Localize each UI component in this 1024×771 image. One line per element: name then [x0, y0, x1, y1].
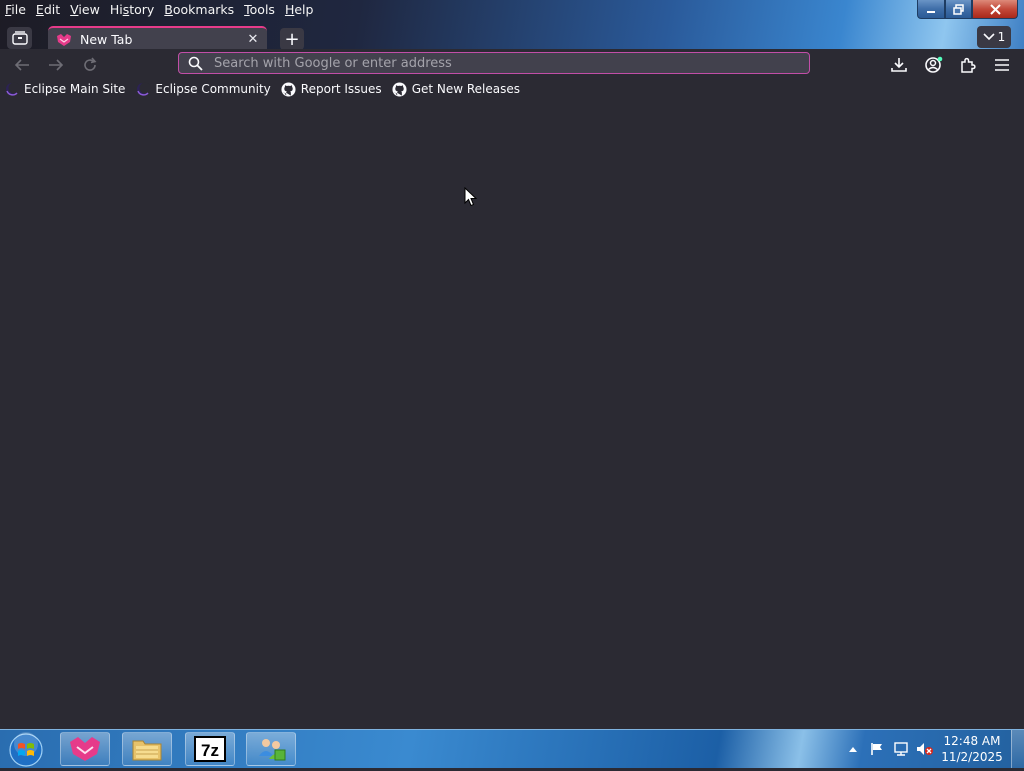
bookmark-eclipse-main-site[interactable]: Eclipse Main Site: [4, 81, 125, 97]
windows-logo-icon: [9, 732, 43, 767]
svg-text:7z: 7z: [201, 741, 219, 760]
extensions-button[interactable]: [957, 54, 979, 76]
eclipse-icon: [135, 81, 151, 97]
downloads-button[interactable]: [888, 54, 910, 76]
close-icon: [989, 3, 1001, 15]
taskbar-clock[interactable]: 12:48 AM 11/2/2025: [937, 733, 1007, 765]
tab-new-tab[interactable]: New Tab ✕: [48, 26, 267, 51]
7zip-icon: 7z: [194, 736, 226, 762]
tab-title: New Tab: [80, 32, 133, 47]
navigation-toolbar: [0, 49, 1024, 79]
bookmark-eclipse-community[interactable]: Eclipse Community: [135, 81, 271, 97]
start-button[interactable]: [6, 732, 46, 768]
restore-button[interactable]: [945, 0, 972, 19]
chevron-down-icon: [983, 33, 995, 41]
chevron-up-icon: [849, 747, 857, 752]
clock-date: 11/2/2025: [941, 750, 1003, 764]
menu-help[interactable]: Help: [280, 0, 319, 20]
tab-close-icon[interactable]: ✕: [243, 32, 263, 47]
github-icon: [392, 81, 408, 97]
tab-count: 1: [997, 30, 1006, 44]
forward-button[interactable]: [45, 54, 67, 76]
windows-taskbar: 7z 12:48 AM 11/2/2025: [0, 729, 1024, 768]
menu-tools[interactable]: Tools: [239, 0, 280, 20]
back-button[interactable]: [11, 54, 33, 76]
clock-time: 12:48 AM: [943, 734, 1001, 748]
hamburger-menu-icon: [995, 59, 1009, 71]
bookmark-get-new-releases[interactable]: Get New Releases: [392, 81, 520, 97]
firefox-view-button[interactable]: [7, 27, 32, 49]
close-window-button[interactable]: [972, 0, 1018, 19]
bookmark-label: Eclipse Community: [155, 82, 271, 96]
taskbar-network[interactable]: [246, 732, 296, 766]
bookmark-label: Eclipse Main Site: [24, 82, 126, 96]
show-desktop-button[interactable]: [1011, 730, 1024, 768]
search-input[interactable]: [214, 55, 774, 71]
app-menu-button[interactable]: [991, 54, 1013, 76]
folder-icon: [132, 740, 162, 761]
menubar: File Edit View History Bookmarks Tools H…: [0, 0, 318, 20]
menu-edit[interactable]: Edit: [31, 0, 65, 20]
minimize-icon: [927, 11, 935, 13]
firefox-view-icon: [11, 31, 28, 45]
users-icon: [259, 739, 286, 761]
page-content[interactable]: [0, 99, 1024, 729]
arrow-left-icon: [14, 59, 29, 71]
restore-icon: [953, 3, 964, 15]
account-icon: [925, 56, 943, 73]
menu-view[interactable]: View: [65, 0, 105, 20]
mouse-cursor-icon: [464, 187, 478, 207]
menu-bookmarks[interactable]: Bookmarks: [159, 0, 239, 20]
system-tray: 12:48 AM 11/2/2025: [841, 730, 1024, 768]
taskbar-browser[interactable]: [60, 732, 110, 766]
action-center-icon[interactable]: [865, 742, 889, 756]
volume-muted-icon[interactable]: [913, 742, 937, 756]
bookmark-label: Get New Releases: [411, 82, 521, 96]
window-titlebar: File Edit View History Bookmarks Tools H…: [0, 0, 1024, 51]
menu-file[interactable]: File: [0, 0, 31, 20]
eclipse-icon: [4, 81, 20, 97]
show-hidden-icons-button[interactable]: [841, 745, 865, 753]
reload-button[interactable]: [79, 54, 101, 76]
minimize-button[interactable]: [917, 0, 945, 19]
reload-icon: [84, 57, 97, 71]
arrow-right-icon: [49, 59, 64, 71]
taskbar-7zip[interactable]: 7z: [185, 732, 235, 766]
puzzle-piece-icon: [961, 57, 976, 73]
bookmarks-toolbar: Eclipse Main Site Eclipse Community Repo…: [0, 79, 1024, 99]
bookmark-label: Report Issues: [300, 82, 382, 96]
plus-icon: +: [284, 28, 300, 50]
tab-strip: New Tab ✕ + 1: [0, 24, 1024, 51]
download-icon: [891, 58, 907, 72]
list-all-tabs-button[interactable]: 1: [977, 26, 1011, 48]
github-icon: [281, 81, 297, 97]
account-button[interactable]: [923, 54, 945, 76]
taskbar-file-explorer[interactable]: [122, 732, 172, 766]
menu-history[interactable]: History: [105, 0, 159, 20]
network-icon[interactable]: [889, 742, 913, 756]
bookmark-report-issues[interactable]: Report Issues: [281, 81, 382, 97]
search-icon: [188, 56, 203, 71]
browser-logo-icon: [70, 737, 100, 761]
browser-logo-icon: [57, 33, 71, 46]
new-tab-button[interactable]: +: [280, 28, 304, 50]
window-controls: [917, 0, 1018, 19]
url-bar[interactable]: [178, 52, 810, 74]
